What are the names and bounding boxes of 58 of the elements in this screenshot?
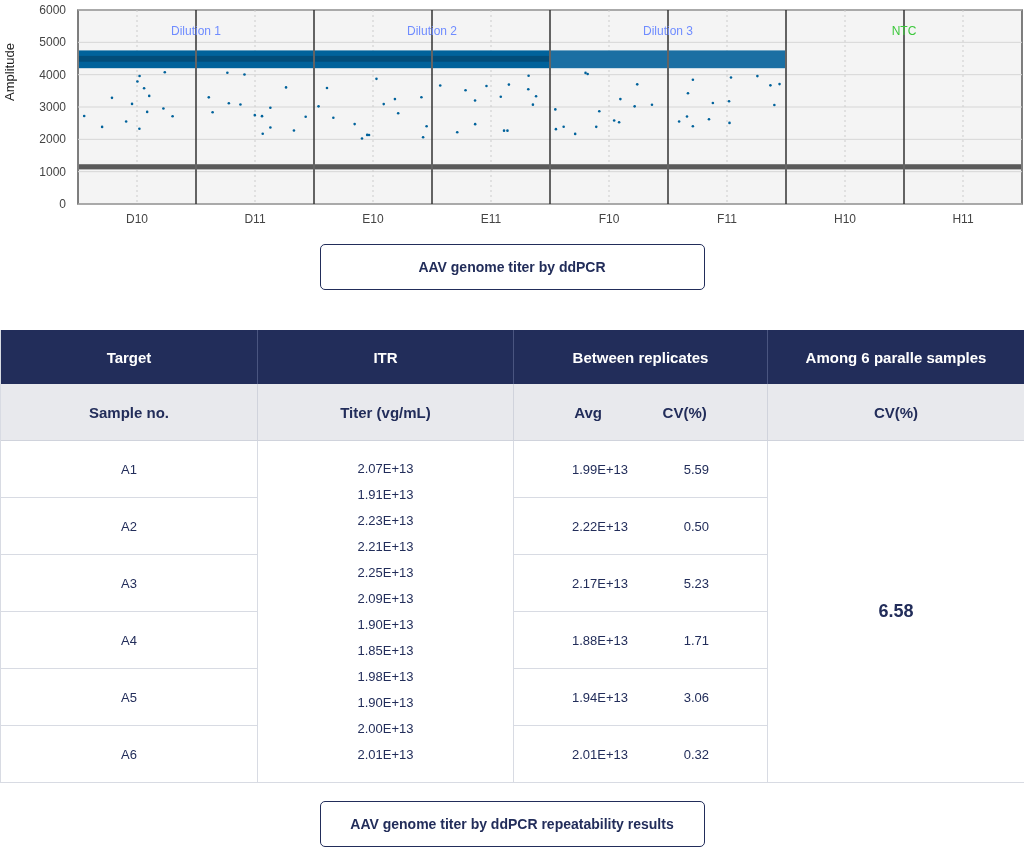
table-caption: AAV genome titer by ddPCR repeatability results [319, 801, 705, 847]
well-label: D10 [126, 212, 148, 226]
titer-value: 2.01E+13 [357, 745, 414, 764]
header-cell: Target [1, 330, 258, 384]
cv-value: 5.23 [683, 575, 710, 591]
cv-value: 5.59 [683, 461, 710, 477]
avg-value: 2.17E+13 [571, 575, 628, 591]
header-cell: ITR [258, 330, 514, 384]
avg-value: 2.01E+13 [571, 746, 628, 762]
avg-value: 1.88E+13 [571, 632, 628, 648]
cv-value: 0.32 [683, 746, 710, 762]
titer-value: 1.90E+13 [357, 693, 414, 712]
titer-value: 1.98E+13 [357, 667, 414, 686]
column-label: Avg [574, 403, 603, 421]
cv-value: 0.50 [683, 518, 710, 534]
titer-value: 2.21E+13 [357, 537, 414, 556]
y-tick-label: 1000 [39, 164, 66, 179]
column-label: CV(%) [662, 403, 707, 421]
titer-value: 2.07E+13 [357, 459, 414, 478]
axis-title: Amplitude [2, 43, 17, 101]
table-cell: A1 [1, 441, 258, 498]
y-tick-label: 5000 [39, 35, 66, 50]
y-tick-label: 2000 [39, 132, 66, 147]
overall-cv-cell: 6.58 [768, 441, 1024, 783]
well-label: F10 [598, 212, 620, 226]
titer-value: 2.09E+13 [357, 589, 414, 608]
y-tick-label: 6000 [39, 3, 66, 17]
titer-value: 1.85E+13 [357, 641, 414, 660]
y-tick-label: 0 [59, 197, 66, 211]
titer-value: 2.23E+13 [357, 511, 414, 530]
subheader-cell: Titer (vg/mL) [258, 384, 514, 441]
well-label: H10 [834, 212, 856, 226]
subheader-cell: Sample no. [1, 384, 258, 441]
subheader-cell: CV(%) [768, 384, 1024, 441]
table-cell: A6 [1, 726, 258, 783]
avg-value: 1.94E+13 [571, 689, 628, 705]
well-label: E11 [480, 212, 502, 226]
y-tick-label: 3000 [39, 100, 66, 114]
header-cell: Among 6 paralle samples [768, 330, 1024, 384]
well-label: F11 [717, 212, 737, 226]
table-cell: A3 [1, 555, 258, 612]
y-tick-label: 4000 [39, 67, 66, 82]
titer-value: 2.25E+13 [357, 563, 414, 582]
titer-value: 1.91E+13 [357, 485, 414, 504]
titer-value: 1.90E+13 [357, 615, 414, 634]
avg-value: 2.22E+13 [571, 518, 628, 534]
well-label: D11 [244, 212, 266, 226]
cv-value: 3.06 [683, 689, 710, 705]
well-label: E10 [362, 212, 384, 226]
well-label: H11 [952, 212, 974, 226]
cv-value: 1.71 [683, 632, 710, 648]
avg-value: 1.99E+13 [571, 461, 628, 477]
table-cell: A2 [1, 498, 258, 555]
table-cell: A5 [1, 669, 258, 726]
table-cell: A4 [1, 612, 258, 669]
titer-value: 2.00E+13 [357, 719, 414, 738]
header-cell: Between replicates [514, 330, 768, 384]
chart-caption: AAV genome titer by ddPCR [319, 244, 705, 290]
